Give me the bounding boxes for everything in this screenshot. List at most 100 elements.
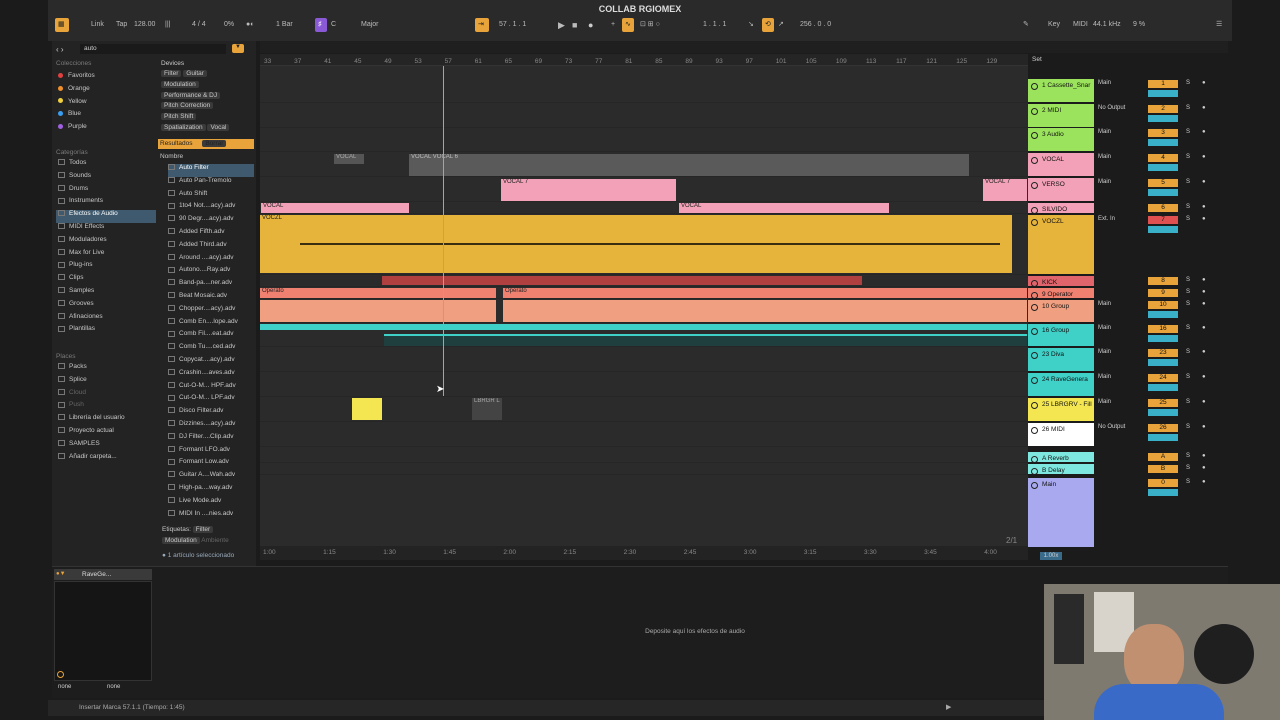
result-item[interactable]: Auto Pan-Tremolo <box>168 177 254 190</box>
filter-tag[interactable]: Spatialization <box>161 123 206 131</box>
result-item[interactable]: Cut-O-M... HPF.adv <box>168 382 254 395</box>
filter-tag[interactable]: Pitch Shift <box>161 113 197 121</box>
nudge-icon[interactable]: ||| <box>165 18 170 32</box>
link-button[interactable]: Link <box>91 18 104 32</box>
solo-button[interactable]: S <box>1186 399 1190 405</box>
solo-button[interactable]: S <box>1186 424 1190 430</box>
track-activator-icon[interactable] <box>1031 377 1038 384</box>
arrangement-position[interactable]: 57 . 1 . 1 <box>499 18 547 32</box>
track-activator-icon[interactable] <box>1031 427 1038 434</box>
track-header[interactable]: Main <box>1028 478 1094 547</box>
group-clip[interactable] <box>260 300 496 322</box>
filter-tag[interactable]: Vocal <box>207 123 230 131</box>
collection-item[interactable]: Orange <box>58 85 95 98</box>
track-number-button[interactable]: 16 <box>1148 325 1178 333</box>
track-number-button[interactable]: 23 <box>1148 349 1178 357</box>
track-lane[interactable] <box>260 452 1028 463</box>
track-lane[interactable] <box>260 128 1028 152</box>
track-header[interactable]: VERSO <box>1028 178 1094 201</box>
track-activator-icon[interactable] <box>1031 280 1038 286</box>
punch-out-icon[interactable]: ↗ <box>778 18 784 32</box>
track-header[interactable]: 1 Cassette_Snar <box>1028 79 1094 102</box>
arm-icon[interactable]: ● <box>1202 325 1206 331</box>
result-item[interactable]: Formant LFO.adv <box>168 446 254 459</box>
output-select[interactable]: Main <box>1098 374 1111 380</box>
track-lane[interactable] <box>260 478 1028 548</box>
track-activator-icon[interactable] <box>1031 292 1038 298</box>
category-tunings[interactable]: Afinaciones <box>56 313 156 326</box>
audio-clip-vocal7[interactable]: VOCAL 7 <box>501 179 676 201</box>
result-item[interactable]: Comb Tu....ced.adv <box>168 343 254 356</box>
track-number-button[interactable]: 8 <box>1148 277 1178 285</box>
arm-icon[interactable]: ● <box>1202 465 1206 471</box>
solo-button[interactable]: S <box>1186 325 1190 331</box>
track-activator-icon[interactable] <box>1031 108 1038 115</box>
arm-icon[interactable]: ● <box>1202 129 1206 135</box>
track-activator-icon[interactable] <box>1031 468 1038 474</box>
track-header[interactable]: 24 RaveGenera <box>1028 373 1094 396</box>
chain-select-2[interactable]: none <box>107 684 120 690</box>
category-modulators[interactable]: Moduladores <box>56 236 156 249</box>
tag-chip[interactable]: Modulation <box>162 537 200 544</box>
category-templates[interactable]: Plantillas <box>56 325 156 338</box>
track-lane[interactable] <box>260 348 1028 372</box>
output-select[interactable]: Main <box>1098 399 1111 405</box>
volume-slider[interactable] <box>1148 359 1178 366</box>
play-icon[interactable]: ▶ <box>946 703 951 711</box>
scale-mode-icon[interactable]: ♯ <box>315 18 327 32</box>
result-item[interactable]: Guitar A....Wah.adv <box>168 471 254 484</box>
place-item[interactable]: Packs <box>56 363 156 376</box>
midi-clip-operator[interactable]: Operato <box>260 288 496 298</box>
volume-slider[interactable] <box>1148 90 1178 97</box>
result-item[interactable]: Live Mode.adv <box>168 497 254 510</box>
search-input[interactable]: auto <box>80 44 226 54</box>
track-activator-icon[interactable] <box>1031 352 1038 359</box>
volume-slider[interactable] <box>1148 311 1178 318</box>
category-grooves[interactable]: Grooves <box>56 300 156 313</box>
track-header[interactable]: 16 Group <box>1028 324 1094 346</box>
overdub-icon[interactable]: + <box>611 18 615 32</box>
track-activator-icon[interactable] <box>1031 83 1038 90</box>
collection-item[interactable]: Blue <box>58 110 95 123</box>
track-activator-icon[interactable] <box>1031 304 1038 311</box>
track-number-button[interactable]: 6 <box>1148 204 1178 212</box>
filter-tag[interactable]: Guitar <box>183 70 207 77</box>
category-samples[interactable]: Samples <box>56 287 156 300</box>
solo-button[interactable]: S <box>1186 453 1190 459</box>
arm-icon[interactable]: ● <box>1202 179 1206 185</box>
solo-button[interactable]: S <box>1186 349 1190 355</box>
output-select[interactable]: No Output <box>1098 424 1125 430</box>
filter-tag[interactable]: Filter <box>161 70 182 77</box>
filter-tag[interactable]: Pitch Correction <box>161 102 214 110</box>
session-record-icon[interactable]: ⊡ ⊞ ○ <box>640 18 660 32</box>
track-lane[interactable] <box>260 79 1028 103</box>
midi-map-button[interactable]: MIDI <box>1073 18 1088 32</box>
volume-slider[interactable] <box>1148 189 1178 196</box>
category-clips[interactable]: Clips <box>56 274 156 287</box>
volume-slider[interactable] <box>1148 335 1178 342</box>
result-item[interactable]: Added Fifth.adv <box>168 228 254 241</box>
tap-button[interactable]: Tap <box>116 18 127 32</box>
solo-button[interactable]: S <box>1186 80 1190 86</box>
arm-icon[interactable]: ● <box>1202 301 1206 307</box>
track-number-button[interactable]: 10 <box>1148 301 1178 309</box>
arm-icon[interactable]: ● <box>1202 105 1206 111</box>
track-number-button[interactable]: B <box>1148 465 1178 473</box>
record-icon[interactable]: ● <box>588 18 593 32</box>
midi-clip-kick[interactable] <box>382 276 862 285</box>
place-item[interactable]: Cloud <box>56 389 156 402</box>
tag-chip[interactable]: Ambiente <box>201 537 228 544</box>
track-header[interactable]: 2 MIDI <box>1028 104 1094 127</box>
track-header[interactable]: A Reverb <box>1028 452 1094 462</box>
track-header[interactable]: 25 LBRGRV - Fill <box>1028 398 1094 421</box>
arm-icon[interactable]: ● <box>1202 349 1206 355</box>
category-midi-effects[interactable]: MIDI Effects <box>56 223 156 236</box>
track-number-button[interactable]: 1 <box>1148 80 1178 88</box>
punch-in-icon[interactable]: ↘ <box>748 18 754 32</box>
result-item[interactable]: Around ....acy).adv <box>168 254 254 267</box>
track-activator-icon[interactable] <box>1031 157 1038 164</box>
groove-amount[interactable]: 0% <box>224 18 234 32</box>
midi-clip-diva[interactable] <box>384 334 1027 346</box>
volume-slider[interactable] <box>1148 115 1178 122</box>
track-header[interactable]: B Delay <box>1028 464 1094 474</box>
